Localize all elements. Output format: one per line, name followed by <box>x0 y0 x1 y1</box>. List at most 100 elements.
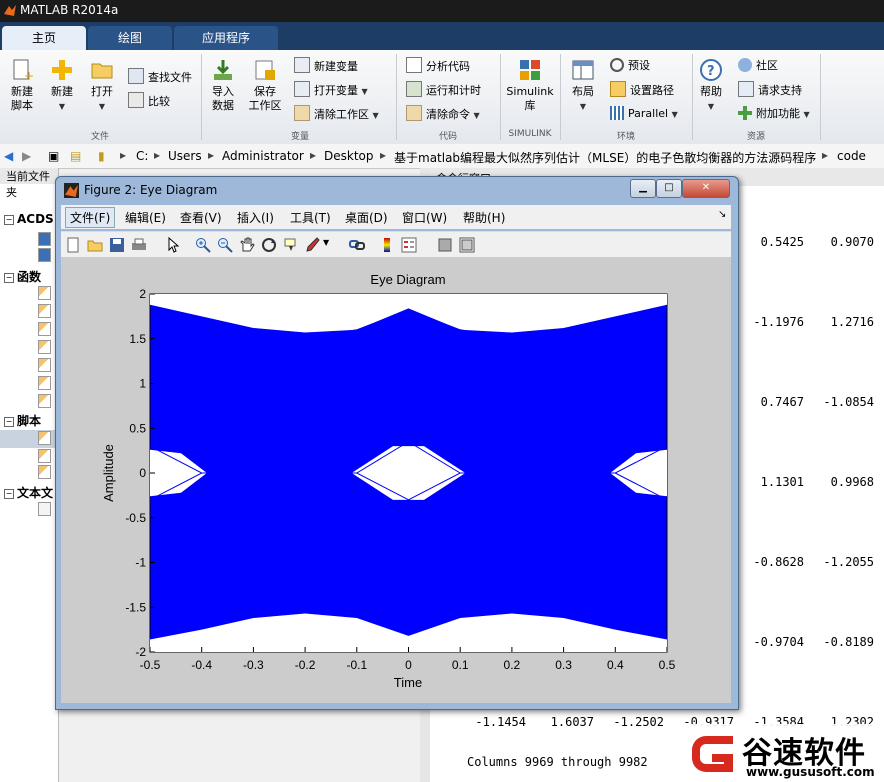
y-tick-label: 0 <box>139 466 146 480</box>
new-variable-button[interactable]: 新建变量 <box>294 57 358 75</box>
browse-folder-icon[interactable]: ▤ <box>70 149 81 163</box>
open-file-icon[interactable] <box>87 237 103 253</box>
layout-button[interactable]: 布局 ▼ <box>566 58 600 114</box>
request-support-icon <box>738 81 754 97</box>
clear-workspace-dropdown-icon: ▼ <box>372 111 379 120</box>
app-titlebar: MATLAB R2014a <box>0 0 884 22</box>
file-group-label: 文件 <box>90 132 109 142</box>
up-folder-icon[interactable]: ▣ <box>48 149 59 163</box>
help-button[interactable]: ? 帮助 ▼ <box>696 58 726 114</box>
breadcrumb-desktop[interactable]: Desktop <box>324 149 374 163</box>
layout-dropdown-icon: ▼ <box>579 102 587 111</box>
m-file-icon[interactable] <box>38 465 51 479</box>
tab-plots[interactable]: 绘图 <box>88 26 172 50</box>
new-script-button[interactable]: + 新建 脚本 <box>6 58 38 113</box>
parallel-dropdown-icon: ▼ <box>671 110 678 119</box>
help-question-icon: ? <box>700 59 722 81</box>
simulink-library-button[interactable]: Simulink 库 <box>505 58 555 113</box>
section-acds[interactable]: − ACDS <box>4 212 54 226</box>
show-plot-tools-icon[interactable] <box>459 237 475 253</box>
compare-button[interactable]: 比较 <box>128 92 170 110</box>
new-button[interactable]: 新建 ▼ <box>46 58 78 114</box>
watermark: 谷速软件 www.gususoft.com <box>688 724 884 782</box>
m-file-icon[interactable] <box>38 322 51 336</box>
tab-apps[interactable]: 应用程序 <box>174 26 278 50</box>
run-and-time-button[interactable]: 运行和计时 <box>406 81 481 99</box>
current-folder-title: 当前文件夹 <box>0 168 58 199</box>
zoom-out-icon[interactable] <box>217 237 233 253</box>
bmp-file-icon[interactable] <box>38 248 51 262</box>
new-figure-icon[interactable] <box>65 237 81 253</box>
breadcrumb-drive[interactable]: C: <box>136 149 148 163</box>
zoom-in-icon[interactable] <box>195 237 211 253</box>
figure-window[interactable]: Figure 2: Eye Diagram ▁ □ ✕ 文件(F) 编辑(E) … <box>55 176 739 710</box>
m-file-icon[interactable] <box>38 449 51 463</box>
save-workspace-button[interactable]: 保存 工作区 <box>246 58 284 113</box>
y-tick-label: 0.5 <box>129 421 146 435</box>
layout-icon <box>572 60 594 80</box>
save-icon[interactable] <box>109 237 125 253</box>
section-scripts[interactable]: − 脚本 <box>4 412 41 429</box>
maximize-button[interactable]: □ <box>656 179 682 198</box>
m-file-icon[interactable] <box>38 304 51 318</box>
x-axis-label: Time <box>394 675 422 690</box>
m-file-icon[interactable] <box>38 431 51 445</box>
brush-icon[interactable] <box>305 237 321 253</box>
parallel-button[interactable]: Parallel ▼ <box>610 105 678 123</box>
clear-workspace-button[interactable]: 清除工作区 ▼ <box>294 105 379 123</box>
eye-diagram-chart[interactable]: -0.5 -0.4 -0.3 -0.2 -0.1 0 0.1 0.2 0.3 0.4 0.5 2 1.… <box>61 257 731 703</box>
request-support-button[interactable]: 请求支持 <box>738 81 802 99</box>
forward-arrow-icon[interactable]: ▶ <box>22 149 31 163</box>
link-plot-icon[interactable] <box>349 237 365 253</box>
breadcrumb-code[interactable]: code <box>837 149 866 163</box>
menu-insert[interactable]: 插入(I) <box>237 209 274 226</box>
breadcrumb-project-folder[interactable]: 基于matlab编程最大似然序列估计（MLSE）的电子色散均衡器的方法源码程序 <box>394 149 816 166</box>
m-file-icon[interactable] <box>38 394 51 408</box>
m-file-icon[interactable] <box>38 286 51 300</box>
menu-desktop[interactable]: 桌面(D) <box>345 209 388 226</box>
new-script-icon: + <box>13 59 34 82</box>
bmp-file-icon[interactable] <box>38 232 51 246</box>
menu-file[interactable]: 文件(F) <box>65 207 116 228</box>
minimize-button[interactable]: ▁ <box>630 179 656 198</box>
section-text-files[interactable]: − 文本文 <box>4 484 53 501</box>
text-file-icon[interactable] <box>38 502 51 516</box>
clear-commands-button[interactable]: 清除命令 ▼ <box>406 105 480 123</box>
tab-home[interactable]: 主页 <box>2 26 86 50</box>
m-file-icon[interactable] <box>38 340 51 354</box>
close-button[interactable]: ✕ <box>682 179 730 198</box>
data-cursor-icon[interactable] <box>283 237 299 253</box>
hide-plot-tools-icon[interactable] <box>437 237 453 253</box>
print-icon[interactable] <box>131 237 147 253</box>
new-plus-icon <box>52 60 72 80</box>
breadcrumb-administrator[interactable]: Administrator <box>222 149 304 163</box>
menu-view[interactable]: 查看(V) <box>180 209 222 226</box>
menu-tools[interactable]: 工具(T) <box>290 209 331 226</box>
breadcrumb-users[interactable]: Users <box>168 149 202 163</box>
section-functions[interactable]: − 函数 <box>4 268 41 285</box>
menu-help[interactable]: 帮助(H) <box>463 209 505 226</box>
set-path-button[interactable]: 设置路径 <box>610 81 674 99</box>
brush-dropdown-icon[interactable]: ▼ <box>323 238 329 247</box>
find-files-label: 查找文件 <box>148 71 192 84</box>
open-button[interactable]: 打开 ▼ <box>86 58 118 114</box>
rotate-3d-icon[interactable] <box>261 237 277 253</box>
back-arrow-icon[interactable]: ◀ <box>4 149 13 163</box>
import-data-button[interactable]: 导入 数据 <box>206 58 240 113</box>
figure-titlebar[interactable]: Figure 2: Eye Diagram ▁ □ ✕ <box>56 177 738 203</box>
legend-icon[interactable] <box>401 237 417 253</box>
m-file-icon[interactable] <box>38 358 51 372</box>
m-file-icon[interactable] <box>38 376 51 390</box>
add-ons-button[interactable]: 附加功能 ▼ <box>738 105 810 123</box>
colorbar-icon[interactable] <box>379 237 395 253</box>
dock-arrow-icon[interactable]: ↘ <box>718 209 726 220</box>
preferences-button[interactable]: 预设 <box>610 57 650 75</box>
menu-window[interactable]: 窗口(W) <box>402 209 447 226</box>
edit-plot-arrow-icon[interactable] <box>165 237 181 253</box>
open-variable-button[interactable]: 打开变量 ▼ <box>294 81 368 99</box>
pan-hand-icon[interactable] <box>239 237 255 253</box>
community-button[interactable]: 社区 <box>738 57 778 75</box>
menu-edit[interactable]: 编辑(E) <box>125 209 166 226</box>
find-files-button[interactable]: 查找文件 <box>128 68 192 86</box>
analyze-code-button[interactable]: 分析代码 <box>406 57 470 75</box>
